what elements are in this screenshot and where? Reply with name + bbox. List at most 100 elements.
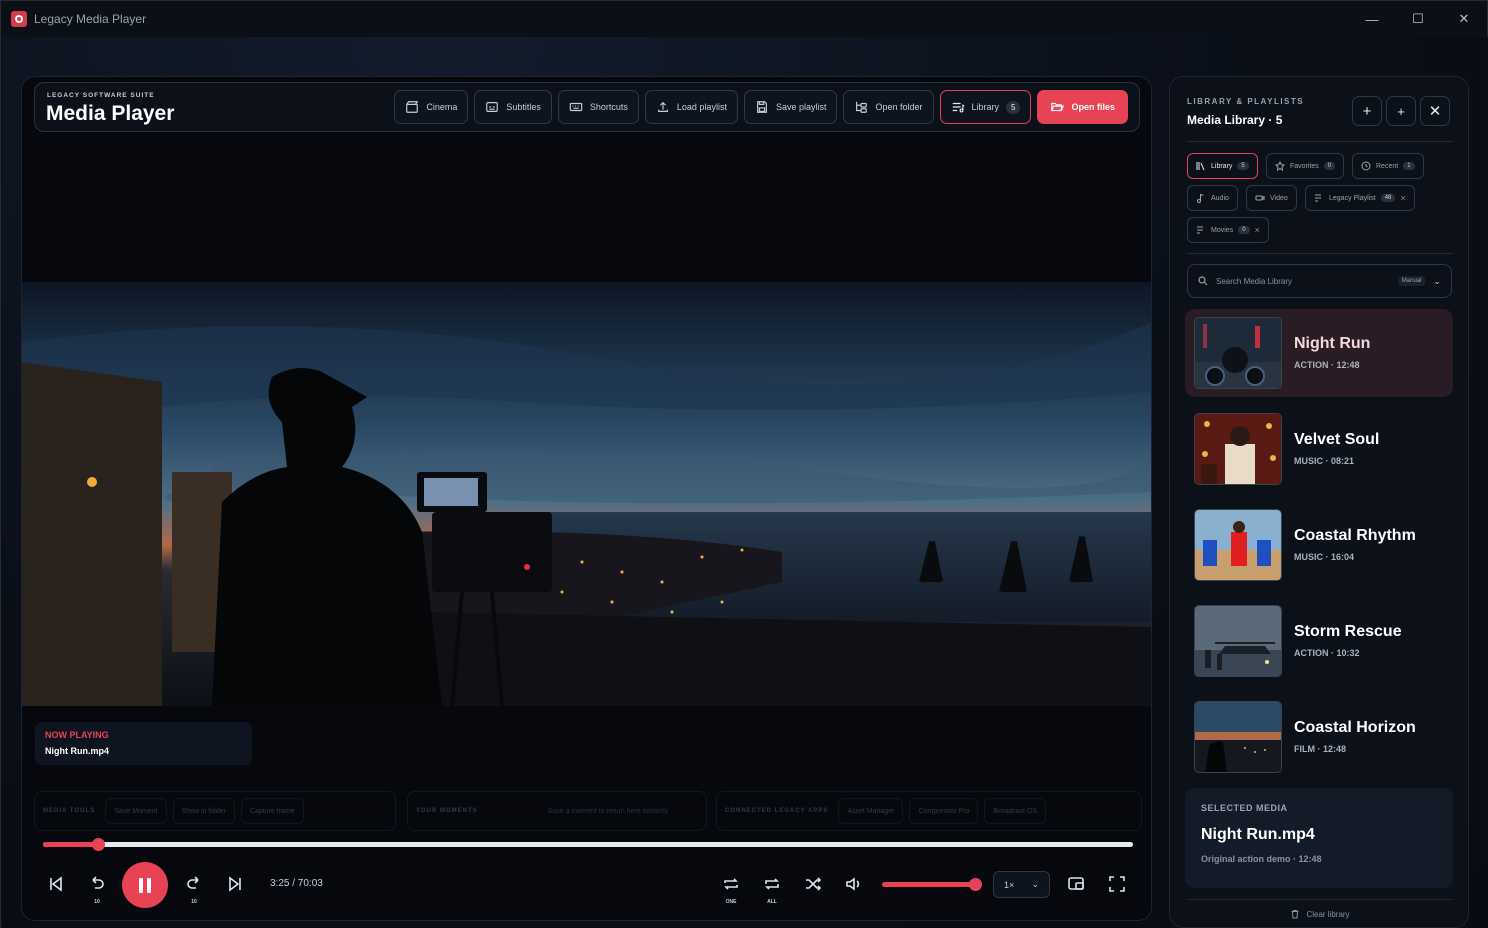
broadcast-os-button[interactable]: Broadcast OS (984, 798, 1046, 824)
pip-icon (1068, 877, 1084, 890)
add-media-button[interactable]: + (1386, 96, 1416, 126)
chip-video[interactable]: Video (1246, 185, 1297, 211)
subtitles-icon (486, 102, 499, 112)
open-folder-button[interactable]: Open folder (843, 90, 934, 124)
playback-speed-select[interactable]: 1× ⌄ (993, 871, 1050, 898)
moments-group: YOUR MOMENTS Save a moment to return her… (407, 791, 707, 831)
media-item[interactable]: Coastal Rhythm MUSIC · 16:04 (1185, 501, 1453, 589)
shortcuts-label: Shortcuts (589, 102, 628, 112)
minimize-button[interactable]: — (1349, 1, 1395, 37)
chip-favorites[interactable]: Favorites 0 (1266, 153, 1345, 179)
media-item[interactable]: Coastal Horizon FILM · 12:48 (1185, 693, 1453, 781)
media-item[interactable]: Night Run ACTION · 12:48 (1185, 309, 1453, 397)
divider (1187, 253, 1453, 254)
shuffle-icon (806, 877, 822, 891)
fullscreen-button[interactable] (1102, 869, 1132, 899)
seek-handle[interactable] (91, 838, 105, 851)
repeat-icon (765, 878, 779, 890)
media-item-meta: ACTION · 10:32 (1294, 648, 1360, 658)
star-icon (1275, 161, 1285, 171)
chip-movies[interactable]: Movies 0 × (1187, 217, 1269, 243)
repeat-one-button[interactable]: ONE (716, 869, 746, 905)
media-item-meta: FILM · 12:48 (1294, 744, 1347, 754)
search-box[interactable]: Search Media Library Manual ⌄ (1187, 264, 1452, 298)
selected-media-title: Night Run.mp4 (1201, 826, 1315, 843)
maximize-button[interactable]: ☐ (1395, 1, 1441, 37)
title-bar: Legacy Media Player — ☐ ✕ (1, 1, 1487, 37)
moments-label: YOUR MOMENTS (416, 808, 478, 814)
chip-recent[interactable]: Recent 1 (1352, 153, 1424, 179)
selected-media-card: SELECTED MEDIA Night Run.mp4 Original ac… (1185, 788, 1453, 888)
chip-library[interactable]: Library 5 (1187, 153, 1258, 179)
media-thumbnail (1194, 605, 1282, 677)
search-input[interactable]: Search Media Library (1216, 277, 1390, 286)
pause-icon (139, 877, 143, 893)
now-playing-title: Night Run.mp4 (45, 746, 109, 756)
skip-back-icon (50, 876, 62, 892)
chip-movies-label: Movies (1211, 226, 1234, 234)
repeat-one-icon (724, 878, 738, 890)
rewind-icon (92, 876, 104, 889)
close-sidebar-button[interactable]: ✕ (1420, 96, 1450, 126)
rewind-seconds: 10 (94, 899, 100, 905)
load-playlist-button[interactable]: Load playlist (644, 90, 738, 124)
picture-in-picture-button[interactable] (1061, 869, 1091, 899)
media-item[interactable]: Storm Rescue ACTION · 10:32 (1185, 597, 1453, 685)
playlist-icon (952, 102, 965, 113)
search-icon (1198, 276, 1208, 286)
keyboard-icon (569, 102, 583, 112)
library-button[interactable]: Library 5 (939, 90, 1032, 124)
connected-apps-group: CONNECTED LEGACY APPS Asset Manager Comp… (716, 791, 1142, 831)
repeat-all-label: ALL (767, 899, 777, 905)
chip-favorites-count: 0 (1323, 162, 1336, 170)
chip-audio-label: Audio (1211, 194, 1229, 202)
chip-video-label: Video (1270, 194, 1288, 202)
window-title: Legacy Media Player (34, 12, 147, 26)
plus-small-icon: + (1397, 103, 1405, 119)
show-in-folder-button[interactable]: Show in folder (172, 798, 235, 824)
forward-button[interactable]: 10 (179, 869, 209, 905)
compressor-pro-button[interactable]: Compressor Pro (909, 798, 979, 824)
now-playing-label: NOW PLAYING (45, 730, 109, 740)
shortcuts-button[interactable]: Shortcuts (557, 90, 639, 124)
cinema-button[interactable]: Cinema (394, 90, 469, 124)
asset-manager-button[interactable]: Asset Manager (838, 798, 904, 824)
playlist-icon (1197, 226, 1203, 234)
media-item[interactable]: Velvet Soul MUSIC · 08:21 (1185, 405, 1453, 493)
volume-handle[interactable] (969, 878, 982, 891)
capture-frame-button[interactable]: Capture frame (240, 798, 304, 824)
suite-label: LEGACY SOFTWARE SUITE (47, 92, 155, 99)
save-moment-button[interactable]: Save Moment (105, 798, 167, 824)
clear-library-button[interactable]: Clear library (1170, 909, 1468, 919)
seek-bar[interactable] (43, 838, 1133, 851)
chip-legacy-playlist-count: 48 (1380, 194, 1396, 202)
rewind-button[interactable]: 10 (82, 869, 112, 905)
chevron-down-icon[interactable]: ⌄ (1433, 276, 1441, 287)
plus-icon: + (1362, 102, 1372, 120)
pause-button[interactable] (122, 862, 168, 908)
subtitles-button[interactable]: Subtitles (474, 90, 552, 124)
repeat-all-button[interactable]: ALL (757, 869, 787, 905)
clapperboard-icon (406, 101, 419, 113)
chip-recent-label: Recent (1376, 162, 1399, 170)
sort-mode[interactable]: Manual (1397, 276, 1426, 286)
load-playlist-label: Load playlist (676, 102, 727, 112)
previous-button[interactable] (41, 869, 71, 899)
save-playlist-button[interactable]: Save playlist (743, 90, 838, 124)
library-count-badge: 5 (1006, 100, 1021, 114)
add-playlist-button[interactable]: + (1352, 96, 1382, 126)
selected-media-meta: Original action demo · 12:48 (1201, 854, 1322, 864)
remove-playlist-icon[interactable]: × (1255, 225, 1260, 235)
shuffle-button[interactable] (798, 869, 828, 899)
open-files-button[interactable]: Open files (1037, 90, 1128, 124)
media-tools-label: MEDIA TOOLS (43, 808, 96, 814)
chip-legacy-playlist[interactable]: Legacy Playlist 48 × (1305, 185, 1415, 211)
volume-slider[interactable] (882, 878, 982, 891)
chip-audio[interactable]: Audio (1187, 185, 1238, 211)
remove-playlist-icon[interactable]: × (1400, 193, 1405, 203)
video-frame[interactable] (22, 282, 1151, 706)
upload-icon (657, 101, 668, 112)
close-window-button[interactable]: ✕ (1441, 1, 1487, 37)
volume-button[interactable] (839, 869, 869, 899)
next-button[interactable] (220, 869, 250, 899)
